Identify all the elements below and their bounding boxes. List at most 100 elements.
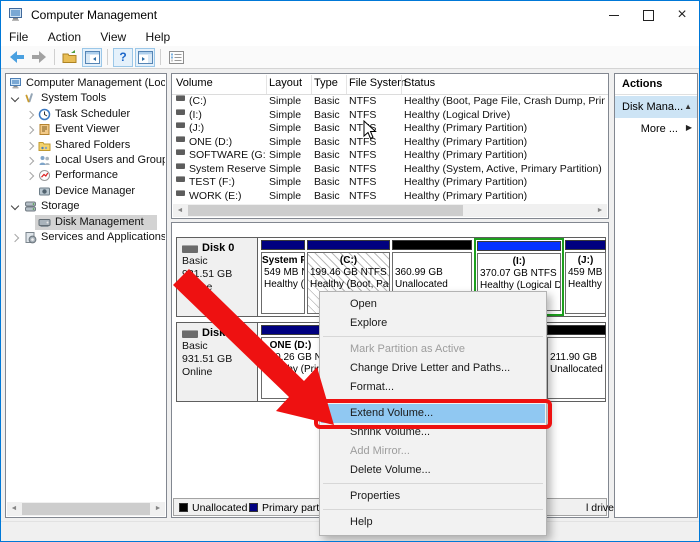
menu-item-properties[interactable]: Properties xyxy=(321,487,545,506)
show-action-pane-button[interactable] xyxy=(135,48,155,67)
column-separator xyxy=(311,75,312,94)
titlebar: Computer Management × xyxy=(1,1,699,29)
disk0-name: Disk 0 xyxy=(182,242,257,255)
tree-item-shared-folders[interactable]: Shared Folders xyxy=(6,138,165,153)
list-horizontal-scrollbar[interactable]: ◄ ► xyxy=(173,204,607,217)
scroll-right-icon[interactable]: ► xyxy=(151,502,165,516)
menu-file[interactable]: File xyxy=(1,29,36,45)
disk0-status: Online xyxy=(182,281,257,294)
scrollbar-thumb[interactable] xyxy=(188,205,463,216)
volume-row[interactable]: (C:)SimpleBasicNTFSHealthy (Boot, Page F… xyxy=(172,95,607,109)
chevron-collapsed-icon[interactable] xyxy=(26,142,34,150)
chevron-collapsed-icon[interactable] xyxy=(26,172,34,180)
disk1-size: 931.51 GB xyxy=(182,353,257,366)
tree-item-services-and-applications[interactable]: Services and Applications xyxy=(6,230,165,245)
menu-bar: File Action View Help xyxy=(1,29,699,46)
chevron-open-icon[interactable] xyxy=(11,94,19,102)
partition-unallocated-disk1[interactable]: 211.90 GBUnallocated xyxy=(547,325,606,399)
tree-item-computer-management[interactable]: Computer Management (Local) xyxy=(6,76,165,91)
system-tools-icon xyxy=(24,92,37,105)
disk1-name: Disk 1 xyxy=(182,327,257,340)
volume-row[interactable]: SOFTWARE (G:)SimpleBasicNTFSHealthy (Pri… xyxy=(172,149,607,163)
col-status[interactable]: Status xyxy=(404,77,435,89)
task-scheduler-icon xyxy=(38,108,51,121)
disk-management-actions-group[interactable]: Disk Mana... ▲ xyxy=(615,96,697,118)
volume-row[interactable]: (I:)SimpleBasicNTFSHealthy (Logical Driv… xyxy=(172,109,607,123)
volume-row[interactable]: (J:)SimpleBasicNTFSHealthy (Primary Part… xyxy=(172,122,607,136)
tree-item-performance[interactable]: Performance xyxy=(6,168,165,183)
help-button[interactable]: ? xyxy=(113,48,133,67)
back-button[interactable] xyxy=(7,48,27,67)
partition-j[interactable]: (J:)459 MB NTFSHealthy (Primary Partitio… xyxy=(565,240,606,314)
services-applications-icon xyxy=(24,231,37,244)
volume-icon xyxy=(176,149,185,155)
disk1-label[interactable]: Disk 1 Basic 931.51 GB Online xyxy=(177,323,258,401)
collapse-icon[interactable]: ▲ xyxy=(684,102,692,111)
menu-help[interactable]: Help xyxy=(138,29,179,45)
scroll-left-icon[interactable]: ◄ xyxy=(7,502,21,516)
volume-row[interactable]: System ReservedSimpleBasicNTFSHealthy (S… xyxy=(172,163,607,177)
menu-item-help[interactable]: Help xyxy=(321,513,545,532)
menu-action[interactable]: Action xyxy=(40,29,89,45)
partition-one-d[interactable]: ONE (D:)370.26 GB NTFSHealthy (Primary P… xyxy=(261,325,320,399)
tree-item-local-users-and-groups[interactable]: Local Users and Groups xyxy=(6,153,165,168)
col-layout[interactable]: Layout xyxy=(269,77,302,89)
menu-item-mark-partition-active: Mark Partition as Active xyxy=(321,340,545,359)
properties-button[interactable] xyxy=(166,48,186,67)
tree-horizontal-scrollbar[interactable]: ◄ ► xyxy=(7,502,165,516)
minimize-button[interactable] xyxy=(597,1,631,29)
column-separator xyxy=(266,75,267,94)
menu-item-change-drive-letter[interactable]: Change Drive Letter and Paths... xyxy=(321,359,545,378)
toolbar-separator xyxy=(107,49,108,65)
menu-item-explore[interactable]: Explore xyxy=(321,314,545,333)
partition-system-reserved[interactable]: System Reserved549 MB NTFSHealthy (Syste… xyxy=(261,240,305,314)
actions-pane: Actions Disk Mana... ▲ More ... ▶ xyxy=(614,73,698,518)
close-button[interactable]: × xyxy=(665,1,699,29)
console-tree-icon xyxy=(85,51,100,64)
scroll-left-icon[interactable]: ◄ xyxy=(173,204,187,217)
tree-item-device-manager[interactable]: Device Manager xyxy=(6,184,165,199)
scrollbar-thumb[interactable] xyxy=(22,503,150,515)
tree-item-system-tools[interactable]: System Tools xyxy=(6,91,165,106)
menu-item-open[interactable]: Open xyxy=(321,295,545,314)
col-volume[interactable]: Volume xyxy=(176,77,213,89)
menu-view[interactable]: View xyxy=(92,29,134,45)
export-list-icon xyxy=(62,49,78,65)
tree-item-task-scheduler[interactable]: Task Scheduler xyxy=(6,107,165,122)
menu-separator xyxy=(323,336,543,337)
volume-row[interactable]: ONE (D:)SimpleBasicNTFSHealthy (Primary … xyxy=(172,136,607,150)
toolbar: ? xyxy=(1,46,699,69)
scroll-right-icon[interactable]: ► xyxy=(593,204,607,217)
disk-icon xyxy=(182,245,198,253)
volume-icon xyxy=(176,176,185,182)
menu-item-delete-volume[interactable]: Delete Volume... xyxy=(321,461,545,480)
chevron-collapsed-icon[interactable] xyxy=(26,126,34,134)
show-console-tree-button[interactable] xyxy=(82,48,102,67)
actions-header: Actions xyxy=(622,78,662,90)
menu-separator xyxy=(323,483,543,484)
menu-item-shrink-volume[interactable]: Shrink Volume... xyxy=(321,423,545,442)
app-icon xyxy=(9,7,25,23)
tree-item-disk-management[interactable]: Disk Management xyxy=(6,215,165,230)
chevron-open-icon[interactable] xyxy=(11,202,19,210)
more-actions[interactable]: More ... ▶ xyxy=(615,118,697,140)
volume-row[interactable]: TEST (F:)SimpleBasicNTFSHealthy (Primary… xyxy=(172,176,607,190)
help-icon: ? xyxy=(119,50,126,64)
chevron-collapsed-icon[interactable] xyxy=(11,234,19,242)
tree-item-storage[interactable]: Storage xyxy=(6,199,165,214)
forward-icon xyxy=(31,49,47,65)
col-type[interactable]: Type xyxy=(314,77,338,89)
shared-folders-icon xyxy=(38,139,51,152)
col-file-system[interactable]: File System xyxy=(349,77,406,89)
maximize-button[interactable] xyxy=(631,1,665,29)
forward-button[interactable] xyxy=(29,48,49,67)
menu-item-format[interactable]: Format... xyxy=(321,378,545,397)
volume-row[interactable]: WORK (E:)SimpleBasicNTFSHealthy (Primary… xyxy=(172,190,607,204)
legend-unallocated-swatch xyxy=(179,503,188,512)
chevron-collapsed-icon[interactable] xyxy=(26,157,34,165)
disk0-label[interactable]: Disk 0 Basic 931.51 GB Online xyxy=(177,238,258,316)
export-list-button[interactable] xyxy=(60,48,80,67)
menu-item-extend-volume[interactable]: Extend Volume... xyxy=(321,404,545,423)
tree-item-event-viewer[interactable]: Event Viewer xyxy=(6,122,165,137)
chevron-collapsed-icon[interactable] xyxy=(26,111,34,119)
